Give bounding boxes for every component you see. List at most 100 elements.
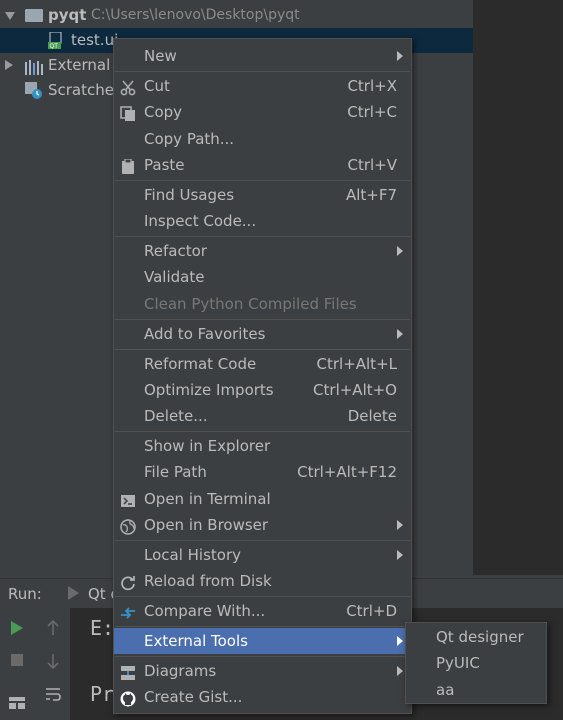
run-play-icon[interactable] — [11, 621, 23, 635]
tree-scratches-label: Scratches — [48, 81, 122, 99]
menu-separator — [115, 540, 410, 541]
menu-item-label: Open in Browser — [144, 516, 269, 534]
menu-item-cut[interactable]: Cut Ctrl+X — [114, 73, 411, 99]
qt-ui-file-icon: QT — [48, 31, 63, 50]
menu-shortcut: Ctrl+V — [347, 156, 397, 174]
menu-item-label: Diagrams — [144, 662, 217, 680]
collapse-arrow-icon[interactable] — [5, 12, 15, 20]
submenu-item-pyuic[interactable]: PyUIC — [436, 650, 480, 676]
menu-item-copy-path[interactable]: Copy Path... — [114, 126, 411, 152]
menu-item-optimize-imports[interactable]: Optimize Imports Ctrl+Alt+O — [114, 377, 411, 403]
stop-icon[interactable] — [11, 654, 23, 666]
compare-icon — [120, 603, 136, 619]
menu-item-label: Compare With... — [144, 602, 266, 620]
submenu-item-aa[interactable]: aa — [436, 677, 454, 703]
menu-item-external-tools[interactable]: External Tools — [114, 628, 411, 654]
soft-wrap-icon[interactable] — [45, 686, 61, 706]
menu-item-label: Reformat Code — [144, 355, 257, 373]
menu-item-label: Clean Python Compiled Files — [144, 295, 357, 313]
menu-item-label: Optimize Imports — [144, 381, 274, 399]
library-icon — [25, 58, 43, 75]
menu-item-label: Inspect Code... — [144, 212, 257, 230]
menu-separator — [115, 596, 410, 597]
submenu-arrow-icon — [397, 520, 403, 530]
github-icon — [120, 689, 136, 707]
menu-item-open-terminal[interactable]: Open in Terminal — [114, 486, 411, 512]
menu-shortcut: Delete — [347, 407, 397, 425]
menu-item-label: New — [144, 47, 177, 65]
menu-shortcut: Ctrl+C — [347, 103, 397, 121]
layout-icon[interactable] — [9, 694, 25, 709]
expand-arrow-icon[interactable] — [5, 60, 13, 70]
svg-text:QT: QT — [50, 43, 59, 49]
reload-icon — [120, 573, 136, 591]
console-line-1: E: — [90, 616, 115, 640]
menu-item-label: Reload from Disk — [144, 572, 272, 590]
globe-icon — [120, 517, 136, 535]
menu-shortcut: Ctrl+Alt+F12 — [297, 463, 397, 481]
menu-separator — [115, 626, 410, 627]
menu-separator — [115, 71, 410, 72]
terminal-icon — [120, 491, 136, 507]
tree-root-path: C:\Users\lenovo\Desktop\pyqt — [91, 7, 300, 23]
menu-item-find-usages[interactable]: Find Usages Alt+F7 — [114, 182, 411, 208]
menu-item-create-gist[interactable]: Create Gist... — [114, 684, 411, 710]
menu-item-compare-with[interactable]: Compare With... Ctrl+D — [114, 598, 411, 624]
submenu-item-qt-designer[interactable]: Qt designer — [436, 624, 524, 650]
menu-item-label: Create Gist... — [144, 688, 243, 706]
submenu-arrow-icon — [397, 329, 403, 339]
menu-item-copy[interactable]: Copy Ctrl+C — [114, 99, 411, 125]
menu-item-label: Refactor — [144, 242, 207, 260]
menu-item-label: File Path — [144, 463, 207, 481]
menu-item-refactor[interactable]: Refactor — [114, 238, 411, 264]
menu-item-file-path[interactable]: File Path Ctrl+Alt+F12 — [114, 459, 411, 485]
copy-icon — [120, 104, 136, 121]
menu-item-clean-python: Clean Python Compiled Files — [114, 291, 411, 317]
submenu-arrow-icon — [397, 51, 403, 61]
tree-file-name: test.ui — [71, 31, 119, 49]
menu-item-show-explorer[interactable]: Show in Explorer — [114, 433, 411, 459]
menu-shortcut: Ctrl+X — [347, 77, 397, 95]
menu-separator — [115, 349, 410, 350]
menu-item-label: Paste — [144, 156, 185, 174]
menu-item-label: Find Usages — [144, 186, 235, 204]
menu-item-label: Add to Favorites — [144, 325, 266, 343]
arrow-up-icon[interactable] — [46, 619, 60, 640]
menu-item-paste[interactable]: Paste Ctrl+V — [114, 152, 411, 178]
menu-item-label: Validate — [144, 268, 205, 286]
run-label: Run: — [8, 585, 42, 603]
menu-item-label: Copy — [144, 103, 183, 121]
submenu-arrow-icon — [397, 246, 403, 256]
run-tab-icon — [68, 586, 79, 600]
menu-separator — [115, 319, 410, 320]
menu-item-label: Copy Path... — [144, 130, 235, 148]
paste-icon — [120, 157, 136, 174]
scissors-icon — [120, 78, 136, 96]
folder-icon — [25, 9, 43, 22]
menu-item-local-history[interactable]: Local History — [114, 542, 411, 568]
scratches-icon — [25, 82, 42, 99]
menu-item-new[interactable]: New — [114, 43, 411, 69]
context-menu: New Cut Ctrl+X Copy Ctrl+C Copy Path... … — [113, 38, 412, 714]
menu-item-label: Open in Terminal — [144, 490, 271, 508]
menu-item-add-favorites[interactable]: Add to Favorites — [114, 321, 411, 347]
menu-item-delete[interactable]: Delete... Delete — [114, 403, 411, 429]
menu-item-inspect-code[interactable]: Inspect Code... — [114, 208, 411, 234]
menu-shortcut: Ctrl+Alt+L — [316, 355, 398, 373]
arrow-down-icon[interactable] — [46, 653, 60, 673]
menu-separator — [115, 656, 410, 657]
menu-separator — [115, 236, 410, 237]
run-toolbar-right — [38, 608, 71, 720]
submenu-arrow-icon — [397, 550, 403, 560]
menu-item-open-browser[interactable]: Open in Browser — [114, 512, 411, 538]
submenu-arrow-icon — [397, 666, 403, 676]
menu-item-reformat[interactable]: Reformat Code Ctrl+Alt+L — [114, 351, 411, 377]
menu-item-validate[interactable]: Validate — [114, 264, 411, 290]
editor-area — [473, 0, 563, 575]
run-toolbar-left — [0, 608, 38, 720]
menu-shortcut: Alt+F7 — [345, 186, 397, 204]
menu-item-reload-disk[interactable]: Reload from Disk — [114, 568, 411, 594]
external-tools-submenu: Qt designer PyUIC aa — [405, 622, 547, 704]
tree-root-name: pyqt — [48, 6, 87, 24]
menu-item-diagrams[interactable]: Diagrams — [114, 658, 411, 684]
